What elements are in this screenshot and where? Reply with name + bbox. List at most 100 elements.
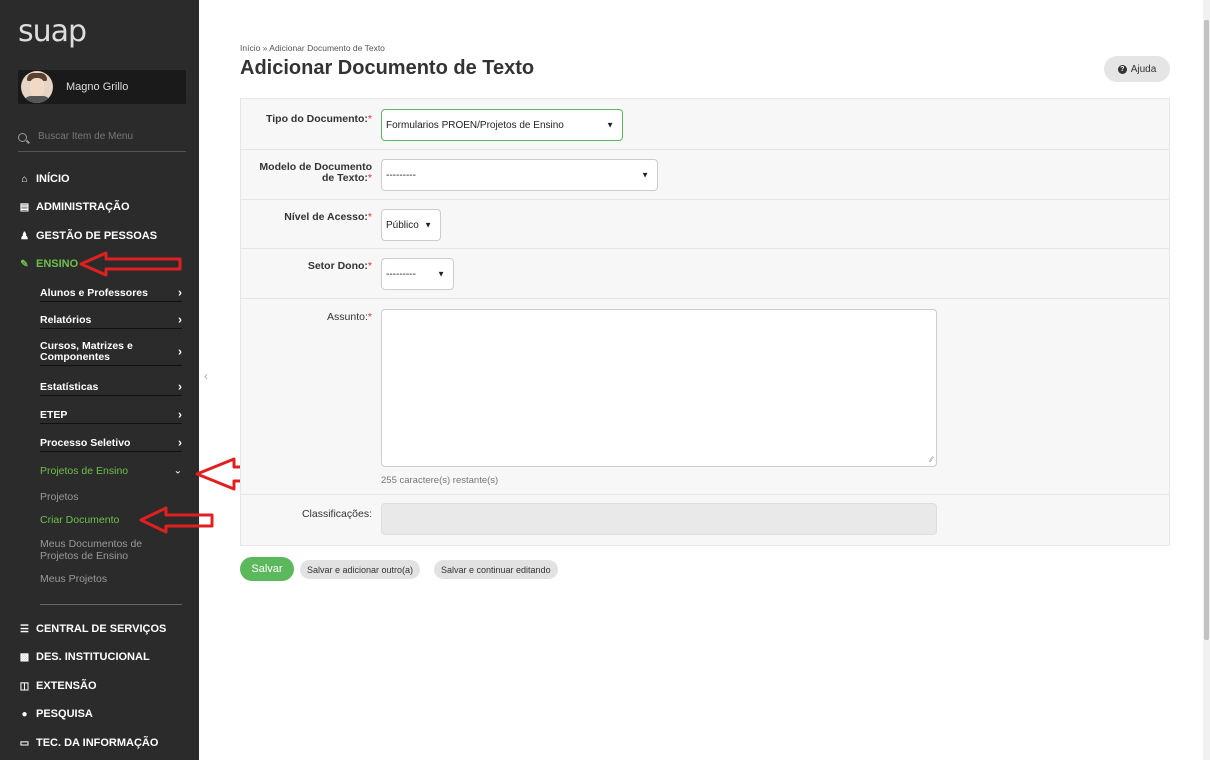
resize-grip-icon[interactable]: ∕∕ <box>930 455 933 464</box>
sidebar-item-label: ETEP <box>40 409 68 421</box>
menu-label: ADMINISTRAÇÃO <box>36 201 130 213</box>
menu-search-input[interactable] <box>38 131 183 142</box>
users-icon: ♟ <box>20 230 29 242</box>
menu-tec-informacao[interactable]: ▭ TEC. DA INFORMAÇÃO <box>18 737 159 749</box>
sidebar-item-meus-projetos[interactable]: Meus Projetos <box>40 573 107 585</box>
save-and-continue-button[interactable]: Salvar e continuar editando <box>434 560 558 579</box>
sidebar-item-etep[interactable]: ETEP › <box>40 407 182 424</box>
menu-pesquisa[interactable]: ● PESQUISA <box>18 708 93 720</box>
form-row-setor: Setor Dono:* --------- ▼ <box>241 249 1169 299</box>
sidebar-item-criar-documento[interactable]: Criar Documento <box>40 514 119 526</box>
sidebar-item-estatisticas[interactable]: Estatísticas › <box>40 379 182 396</box>
menu-label: DES. INSTITUCIONAL <box>36 651 150 663</box>
sidebar-item-projetos-ensino[interactable]: Projetos de Ensino ⌄ <box>40 465 182 479</box>
sidebar-item-label: Processo Seletivo <box>40 437 131 449</box>
menu-des-institucional[interactable]: ▩ DES. INSTITUCIONAL <box>18 651 150 663</box>
menu-label: TEC. DA INFORMAÇÃO <box>36 737 159 749</box>
menu-label: ENSINO <box>36 258 79 270</box>
avatar <box>21 71 53 103</box>
question-icon: ? <box>1117 64 1127 74</box>
sidebar-item-alunos-professores[interactable]: Alunos e Professores › <box>40 285 182 302</box>
menu-label: INÍCIO <box>36 173 70 185</box>
sidebar-item-label: Estatísticas <box>40 381 99 393</box>
user-profile[interactable]: Magno Grillo <box>18 70 186 104</box>
setor-dono-select[interactable]: --------- ▼ <box>381 258 454 290</box>
sidebar-item-label: Cursos, Matrizes e Componentes <box>40 340 133 363</box>
assunto-label: Assunto:* <box>327 311 372 323</box>
nivel-label: Nível de Acesso:* <box>284 211 372 223</box>
pencil-icon: ✎ <box>20 258 29 270</box>
menu-administracao[interactable]: ▤ ADMINISTRAÇÃO <box>18 201 130 213</box>
form-row-assunto: Assunto:* ∕∕ 255 caractere(s) restante(s… <box>241 299 1169 495</box>
search-icon <box>18 133 27 142</box>
home-icon: ⌂ <box>21 173 28 185</box>
sidebar: suap Magno Grillo ⌂ INÍCIO ▤ ADMINISTRAÇ… <box>0 0 199 760</box>
select-value: Público <box>386 219 419 231</box>
chevron-right-icon: › <box>178 344 182 359</box>
dropdown-arrow-icon: ▼ <box>606 120 614 130</box>
annotation-arrow-criar-documento <box>139 506 214 534</box>
sidebar-item-cursos[interactable]: Cursos, Matrizes e Componentes › <box>40 341 182 366</box>
menu-label: GESTÃO DE PESSOAS <box>36 230 158 242</box>
menu-inicio[interactable]: ⌂ INÍCIO <box>18 173 70 185</box>
tipo-documento-select[interactable]: Formularios PROEN/Projetos de Ensino ▼ <box>381 109 623 141</box>
menu-central-servicos[interactable]: ☰ CENTRAL DE SERVIÇOS <box>18 623 166 635</box>
classificacoes-field <box>381 503 937 535</box>
sidebar-item-label: Projetos de Ensino <box>40 465 129 477</box>
menu-label: EXTENSÃO <box>36 680 97 692</box>
sidebar-item-relatorios[interactable]: Relatórios › <box>40 312 182 329</box>
form-row-classificacoes: Classificações: <box>241 495 1169 545</box>
annotation-arrow-ensino <box>79 251 182 277</box>
nivel-acesso-select[interactable]: Público ▼ <box>381 209 441 241</box>
modelo-documento-select[interactable]: --------- ▼ <box>381 159 658 191</box>
chevron-down-icon: ⌄ <box>173 465 182 477</box>
menu-ensino[interactable]: ✎ ENSINO <box>18 258 78 270</box>
select-value: --------- <box>386 169 416 181</box>
sidebar-item-projetos[interactable]: Projetos <box>40 491 79 503</box>
dropdown-arrow-icon: ▼ <box>437 269 445 279</box>
briefcase-icon: ◫ <box>19 680 30 692</box>
sidebar-item-meus-documentos[interactable]: Meus Documentos de Projetos de Ensino <box>40 538 160 562</box>
user-name: Magno Grillo <box>66 81 129 93</box>
form-row-nivel: Nível de Acesso:* Público ▼ <box>241 200 1169 249</box>
page-title: Adicionar Documento de Texto <box>240 57 535 79</box>
chevron-right-icon: › <box>178 379 182 394</box>
chevron-right-icon: › <box>178 435 182 450</box>
dropdown-arrow-icon: ▼ <box>641 170 649 180</box>
globe-icon: ● <box>21 708 28 720</box>
tipo-label: Tipo do Documento:* <box>266 113 372 125</box>
menu-label: PESQUISA <box>36 708 93 720</box>
save-button[interactable]: Salvar <box>240 557 294 581</box>
dropdown-arrow-icon: ▼ <box>424 220 432 230</box>
modelo-label: Modelo de Documento de Texto:* <box>259 161 372 184</box>
sidebar-item-processo-seletivo[interactable]: Processo Seletivo › <box>40 435 182 452</box>
assunto-textarea[interactable]: ∕∕ <box>381 309 937 467</box>
chevron-right-icon: › <box>178 312 182 327</box>
sidebar-item-label: Relatórios <box>40 314 92 326</box>
save-and-add-button[interactable]: Salvar e adicionar outro(a) <box>300 560 421 579</box>
select-value: --------- <box>386 268 416 280</box>
suap-logo[interactable]: suap <box>18 14 87 49</box>
menu-label: CENTRAL DE SERVIÇOS <box>36 623 167 635</box>
menu-search <box>18 128 186 152</box>
building-icon: ▤ <box>19 201 30 213</box>
laptop-icon: ▭ <box>19 737 30 749</box>
sidebar-item-label: Alunos e Professores <box>40 287 148 299</box>
assunto-counter: 255 caractere(s) restante(s) <box>381 475 499 486</box>
page-scrollbar[interactable] <box>1203 0 1210 760</box>
help-label: Ajuda <box>1130 63 1157 75</box>
select-value: Formularios PROEN/Projetos de Ensino <box>386 119 564 131</box>
chevron-right-icon: › <box>178 407 182 422</box>
setor-label: Setor Dono:* <box>307 260 372 272</box>
help-button[interactable]: ? Ajuda <box>1104 56 1170 82</box>
form-row-modelo: Modelo de Documento de Texto:* --------- … <box>241 150 1169 200</box>
scrollbar-thumb[interactable] <box>1204 20 1209 640</box>
collapse-sidebar-icon[interactable]: ‹ <box>204 369 208 383</box>
menu-extensao[interactable]: ◫ EXTENSÃO <box>18 680 97 692</box>
classificacoes-label: Classificações: <box>301 508 372 520</box>
menu-gestao-pessoas[interactable]: ♟ GESTÃO DE PESSOAS <box>18 230 157 242</box>
chevron-right-icon: › <box>178 285 182 300</box>
list-icon: ☰ <box>20 623 29 635</box>
breadcrumb[interactable]: Início » Adicionar Documento de Texto <box>240 43 385 53</box>
document-form: Tipo do Documento:* Formularios PROEN/Pr… <box>240 98 1170 546</box>
